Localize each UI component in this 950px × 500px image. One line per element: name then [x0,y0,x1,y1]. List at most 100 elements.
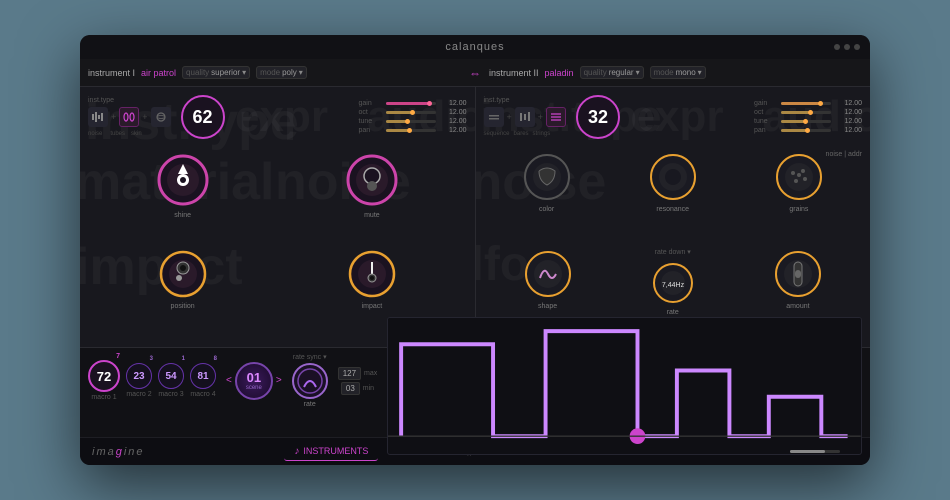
rate-section: rate sync ▾ rate [292,353,328,408]
shine-knob[interactable] [154,151,212,209]
scene-display: 01 scene [235,362,273,400]
color-knob[interactable] [521,151,573,203]
impact-label: impact [362,303,383,310]
rate-sync-label[interactable]: rate sync ▾ [293,353,327,361]
tune2-slider[interactable] [781,120,831,123]
macro2-val-top: 3 [150,356,153,362]
instrument2-header: instrument II paladin quality regular ▾ … [481,66,870,79]
instrument2-preset[interactable]: paladin [545,68,574,78]
instrument1-knobs-row1: shine mute [80,147,475,244]
oct1-label: oct [359,109,383,116]
shape-label: shape [538,303,557,310]
grains-knob[interactable] [773,151,825,203]
color-knob-wrapper: color [521,151,573,240]
dot2[interactable] [844,44,850,50]
color-label: color [539,206,554,213]
lfo-values-section: 127 max 03 min [338,367,378,395]
amount-knob[interactable] [772,248,824,300]
oct2-slider[interactable] [781,111,831,114]
inst1-icon-tubes[interactable] [119,107,139,127]
tab-instruments-label: INSTRUMENTS [303,446,368,456]
macro3-knob[interactable]: 1 54 [158,363,184,389]
mode2-select[interactable]: mode mono ▾ [650,66,706,79]
main-window: calanques instrument I air patrol qualit… [80,35,870,465]
plus2: + [142,112,147,122]
shine-label: shine [174,212,191,219]
section-label: noise | addr [826,151,862,158]
macro4-knob[interactable]: 8 81 [190,363,216,389]
macro2-label: macro 2 [126,391,151,398]
position-label: position [171,303,195,310]
inst1-icon-noise[interactable] [88,107,108,127]
lfo-min-box[interactable]: 03 [341,382,360,395]
gain1-label: gain [359,100,383,107]
plus1: + [111,112,116,122]
inst1-type-label: inst.type [88,97,171,104]
pan2-slider[interactable] [781,129,831,132]
instrument1-label: instrument I [88,68,135,78]
dot1[interactable] [834,44,840,50]
dot3[interactable] [854,44,860,50]
gain2-slider[interactable] [781,102,831,105]
macro2-value: 23 [133,371,144,382]
mode1-val: poly [282,68,297,77]
instrument2-panel: inst.type expr audio noise lfo inst.type… [476,87,871,347]
quality1-select[interactable]: quality superior ▾ [182,66,250,79]
instruments-icon: ♪ [294,446,299,457]
mode1-select[interactable]: mode poly ▾ [256,66,307,79]
audio1-tune: tune 12.00 [359,118,467,125]
instrument2-expr-value[interactable]: 32 [576,95,620,139]
title-bar: calanques [80,35,870,59]
pan1-slider[interactable] [386,129,436,132]
audio1-oct: oct 12.00 [359,109,467,116]
tab-instruments[interactable]: ♪ INSTRUMENTS [284,443,378,461]
rate-knob-big[interactable] [292,363,328,399]
pan1-val: 12.00 [439,127,467,134]
resonance-knob[interactable] [647,151,699,203]
mode2-label: mode [654,68,674,77]
inst1-icon-skin[interactable] [151,107,171,127]
position-knob[interactable] [157,248,209,300]
lfo-max-label: max [364,370,377,377]
lfo-min-label: min [363,385,374,392]
inst2-icon-strings[interactable] [546,107,566,127]
macro4-label: macro 4 [190,391,215,398]
impact-knob[interactable] [346,248,398,300]
scene-next-button[interactable]: > [276,375,282,386]
chevron2-icon: ▾ [636,68,640,77]
mute-knob[interactable] [343,151,401,209]
rate-knob[interactable]: 7,44Hz [650,260,696,306]
inst2-icon-sequence[interactable] [484,107,504,127]
instrument1-preset[interactable]: air patrol [141,68,176,78]
quality2-select[interactable]: quality regular ▾ [580,66,644,79]
lfo-max-box[interactable]: 127 [338,367,361,380]
macro3-val-top: 1 [182,356,185,362]
tune2-label: tune [754,118,778,125]
gain1-slider[interactable] [386,102,436,105]
instrument1-audio: gain 12.00 oct 12.00 [359,100,467,134]
macro1-knob[interactable]: 7 72 [88,360,120,392]
macro2-knob[interactable]: 3 23 [126,363,152,389]
quality1-label: quality [186,68,209,77]
inst2-icon-bares[interactable] [515,107,535,127]
scene-prev-button[interactable]: < [226,375,232,386]
chevron2b-icon: ▾ [698,68,702,77]
instruments-area: inst.type expr audio material noise impa… [80,87,870,347]
oct1-slider[interactable] [386,111,436,114]
gain2-label: gain [754,100,778,107]
macro4-dial: 8 81 macro 4 [190,363,216,398]
inst1-type-section: inst.type + + [88,97,171,137]
quality1-val: superior [211,68,240,77]
oct1-val: 12.00 [439,109,467,116]
lfo-min-row: 03 min [341,382,374,395]
bottom-main: 7 72 macro 1 3 23 macro 2 1 54 macro 3 [80,348,870,413]
tune1-slider[interactable] [386,120,436,123]
instrument1-expr-value[interactable]: 62 [181,95,225,139]
shape-knob[interactable] [522,248,574,300]
vol-slider[interactable] [790,450,840,453]
sequencer-graph[interactable] [387,317,862,455]
chevron1-icon: ▾ [242,68,246,77]
rate-label: rate [667,309,679,316]
bottom-bar: 7 72 macro 1 3 23 macro 2 1 54 macro 3 [80,347,870,437]
tune1-label: tune [359,118,383,125]
